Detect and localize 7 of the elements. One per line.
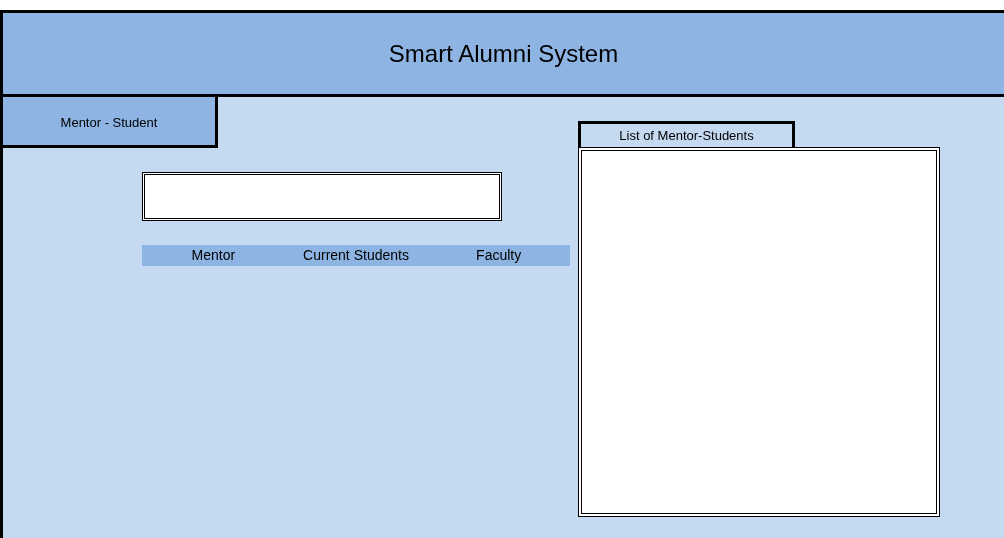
column-header: Faculty: [475, 246, 523, 265]
column-header: Current Students: [302, 246, 410, 265]
search-field[interactable]: [142, 172, 502, 221]
mentor-student-tab[interactable]: Mentor - Student: [3, 97, 218, 148]
list-title-tab[interactable]: List of Mentor-Students: [578, 121, 795, 147]
app-title: Smart Alumni System: [388, 38, 619, 69]
column-header: Mentor: [190, 246, 237, 265]
